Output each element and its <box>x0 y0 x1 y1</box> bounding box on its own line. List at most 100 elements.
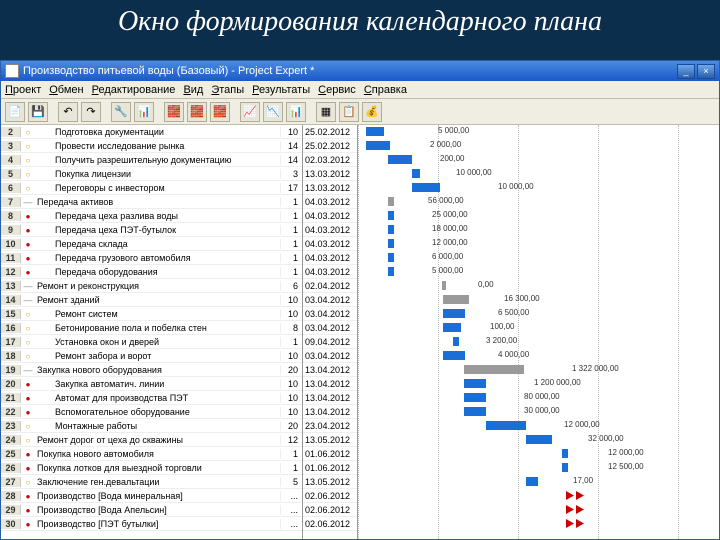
table-row[interactable]: 27○Заключение ген.девальтации5 <box>1 475 302 489</box>
gantt-bar[interactable] <box>388 253 394 262</box>
task-duration: ... <box>280 491 302 501</box>
gantt-bar[interactable] <box>443 323 461 332</box>
table-row[interactable]: 18○Ремонт забора и ворот10 <box>1 349 302 363</box>
toolbar-button[interactable]: 🧱 <box>187 102 207 122</box>
gantt-bar[interactable] <box>443 351 465 360</box>
toolbar-button[interactable]: ▦ <box>316 102 336 122</box>
gantt-bar[interactable] <box>388 211 394 220</box>
table-row[interactable]: 5○Покупка лицензии3 <box>1 167 302 181</box>
gantt-bar[interactable] <box>412 169 420 178</box>
row-number: 20 <box>1 379 21 389</box>
table-row[interactable]: 3○Провести исследование рынка14 <box>1 139 302 153</box>
gantt-bar[interactable] <box>562 449 568 458</box>
gantt-bar[interactable] <box>442 281 446 290</box>
table-row[interactable]: 29●Производство [Вода Апельсин]... <box>1 503 302 517</box>
table-row[interactable]: 4○Получить разрешительную документацию14 <box>1 153 302 167</box>
table-row[interactable]: 15○Ремонт систем10 <box>1 307 302 321</box>
menu-item[interactable]: Сервис <box>318 84 356 96</box>
table-row[interactable]: 26●Покупка лотков для выездной торговли1 <box>1 461 302 475</box>
gantt-bar[interactable] <box>388 225 394 234</box>
task-date: 03.04.2012 <box>303 323 353 333</box>
menu-item[interactable]: Проект <box>5 84 41 96</box>
toolbar-button[interactable]: 💰 <box>362 102 382 122</box>
menu-item[interactable]: Обмен <box>49 84 83 96</box>
toolbar-button[interactable]: 📋 <box>339 102 359 122</box>
menu-item[interactable]: Этапы <box>211 84 244 96</box>
gantt-bar[interactable] <box>526 435 552 444</box>
gantt-bar[interactable] <box>453 337 459 346</box>
menu-item[interactable]: Результаты <box>252 84 310 96</box>
table-row[interactable]: 21●Автомат для производства ПЭТ10 <box>1 391 302 405</box>
gantt-chart[interactable]: 5 000,002 000,00200,0010 000,0010 000,00… <box>358 125 719 539</box>
menubar: Проект Обмен Редактирование Вид Этапы Результ… <box>1 81 719 99</box>
table-row[interactable]: 8●Передача цеха разлива воды1 <box>1 209 302 223</box>
table-row[interactable]: 25●Покупка нового автомобиля1 <box>1 447 302 461</box>
gantt-bar[interactable] <box>486 421 526 430</box>
menu-item[interactable]: Вид <box>183 84 203 96</box>
table-row[interactable]: 14—Ремонт зданий10 <box>1 293 302 307</box>
toolbar-button[interactable]: 🧱 <box>164 102 184 122</box>
task-name: Покупка лотков для выездной торговли <box>35 463 280 473</box>
gantt-bar[interactable] <box>388 155 412 164</box>
task-date: 03.04.2012 <box>303 295 353 305</box>
gantt-row: 30 000,00 <box>358 405 719 419</box>
table-row[interactable]: 10●Передача склада1 <box>1 237 302 251</box>
gantt-bar[interactable] <box>464 379 486 388</box>
close-button[interactable]: × <box>697 64 715 79</box>
table-row[interactable]: 22●Вспомогательное оборудование10 <box>1 405 302 419</box>
table-row[interactable]: 6○Переговоры с инвестором17 <box>1 181 302 195</box>
gantt-bar[interactable] <box>412 183 440 192</box>
table-row[interactable]: 19—Закупка нового оборудования20 <box>1 363 302 377</box>
gantt-bar[interactable] <box>388 239 394 248</box>
gantt-bar[interactable] <box>443 295 469 304</box>
menu-item[interactable]: Справка <box>364 84 407 96</box>
gantt-bar[interactable] <box>388 197 394 206</box>
gantt-bar[interactable] <box>388 267 394 276</box>
task-date: 02.03.2012 <box>303 155 353 165</box>
toolbar-button[interactable]: ↷ <box>81 102 101 122</box>
table-row[interactable]: 12●Передача оборудования1 <box>1 265 302 279</box>
gantt-row: 2 000,00 <box>358 139 719 153</box>
gantt-bar[interactable] <box>443 309 465 318</box>
task-duration: 14 <box>280 155 302 165</box>
table-row[interactable]: 24○Ремонт дорог от цеха до скважины12 <box>1 433 302 447</box>
row-bullet-icon: — <box>21 281 35 291</box>
row-number: 16 <box>1 323 21 333</box>
gantt-bar[interactable] <box>366 141 390 150</box>
task-date: 02.06.2012 <box>303 491 353 501</box>
table-row[interactable]: 9●Передача цеха ПЭТ-бутылок1 <box>1 223 302 237</box>
row-number: 28 <box>1 491 21 501</box>
gantt-value-label: 200,00 <box>440 154 464 163</box>
table-row[interactable]: 23○Монтажные работы20 <box>1 419 302 433</box>
gantt-bar[interactable] <box>464 365 524 374</box>
gantt-bar[interactable] <box>562 463 568 472</box>
minimize-button[interactable]: _ <box>677 64 695 79</box>
toolbar-button[interactable]: 📊 <box>134 102 154 122</box>
task-duration: 1 <box>280 449 302 459</box>
table-row[interactable]: 7—Передача активов1 <box>1 195 302 209</box>
toolbar-button[interactable]: ↶ <box>58 102 78 122</box>
table-row[interactable]: 2○Подготовка документации10 <box>1 125 302 139</box>
table-row[interactable]: 20●Закупка автоматич. линии10 <box>1 377 302 391</box>
gantt-bar[interactable] <box>366 127 384 136</box>
table-row[interactable]: 13—Ремонт и реконструкция6 <box>1 279 302 293</box>
toolbar-button[interactable]: 🧱 <box>210 102 230 122</box>
toolbar-button[interactable]: 💾 <box>28 102 48 122</box>
toolbar-button[interactable]: 📉 <box>263 102 283 122</box>
table-row[interactable]: 16○Бетонирование пола и побелка стен8 <box>1 321 302 335</box>
menu-item[interactable]: Редактирование <box>92 84 176 96</box>
table-row[interactable]: 17○Установка окон и дверей1 <box>1 335 302 349</box>
toolbar-button[interactable]: 📄 <box>5 102 25 122</box>
toolbar-button[interactable]: 📈 <box>240 102 260 122</box>
table-row[interactable]: 30●Производство [ПЭТ бутылки]... <box>1 517 302 531</box>
gantt-bar[interactable] <box>464 393 486 402</box>
toolbar-button[interactable]: 🔧 <box>111 102 131 122</box>
gantt-value-label: 100,00 <box>490 322 514 331</box>
table-row[interactable]: 28●Производство [Вода минеральная]... <box>1 489 302 503</box>
toolbar-button[interactable]: 📊 <box>286 102 306 122</box>
gantt-value-label: 30 000,00 <box>524 406 560 415</box>
gantt-bar[interactable] <box>526 477 538 486</box>
gantt-bar[interactable] <box>464 407 486 416</box>
table-row[interactable]: 11●Передача грузового автомобиля1 <box>1 251 302 265</box>
row-number: 26 <box>1 463 21 473</box>
